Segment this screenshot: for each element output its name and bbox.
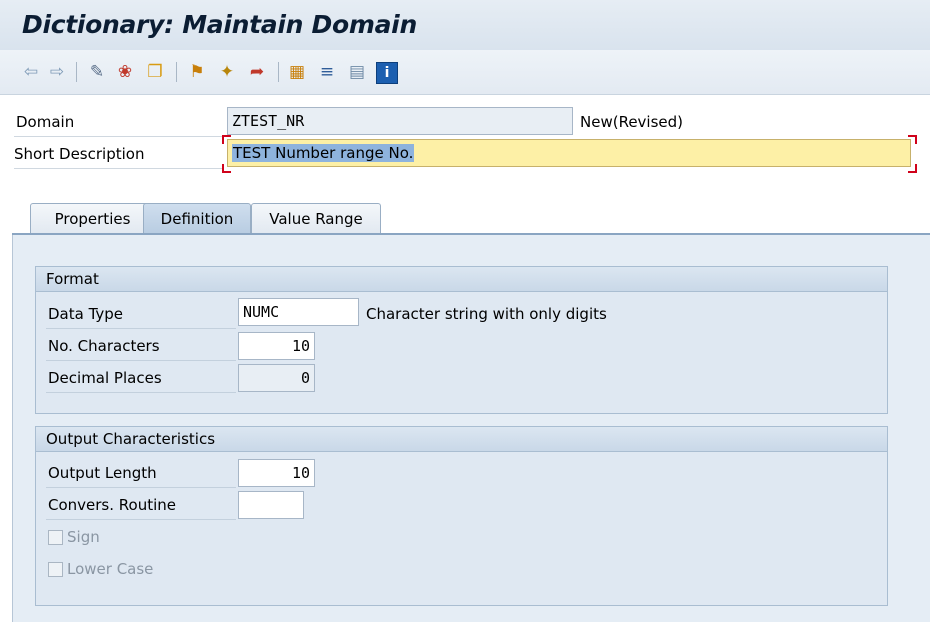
output-group-title: Output Characteristics bbox=[36, 427, 887, 452]
forward-arrow-icon[interactable]: ⇨ bbox=[46, 61, 68, 83]
transport-icon[interactable]: ➦ bbox=[246, 61, 268, 83]
conversion-routine-field[interactable] bbox=[238, 491, 304, 519]
no-characters-label: No. Characters bbox=[48, 337, 160, 355]
format-group: Format Data Type NUMC Character string w… bbox=[35, 266, 888, 414]
where-used-icon[interactable]: ⚑ bbox=[186, 61, 208, 83]
row-divider bbox=[46, 392, 236, 393]
tab-value-range[interactable]: Value Range bbox=[251, 203, 381, 233]
application-toolbar: ⇦ ⇨ ✎ ❀ ❐ ⚑ ✦ ➦ ▦ ≡ ▤ i bbox=[0, 50, 930, 95]
row-divider bbox=[46, 360, 236, 361]
lower-case-label: Lower Case bbox=[67, 560, 154, 578]
domain-status: New(Revised) bbox=[580, 113, 684, 131]
required-marker bbox=[908, 135, 917, 144]
domain-field[interactable]: ZTEST_NR bbox=[227, 107, 573, 135]
row-divider bbox=[46, 519, 236, 520]
output-length-field[interactable]: 10 bbox=[238, 459, 315, 487]
required-marker bbox=[222, 135, 231, 144]
activate-icon[interactable]: ❀ bbox=[114, 61, 136, 83]
row-divider bbox=[46, 328, 236, 329]
conversion-routine-label: Convers. Routine bbox=[48, 496, 176, 514]
window-title: Dictionary: Maintain Domain bbox=[22, 10, 417, 39]
data-type-label: Data Type bbox=[48, 305, 124, 323]
info-icon[interactable]: i bbox=[376, 62, 398, 84]
no-characters-field[interactable]: 10 bbox=[238, 332, 315, 360]
tab-definition[interactable]: Definition bbox=[143, 203, 251, 233]
sign-checkbox[interactable] bbox=[48, 529, 63, 545]
short-description-field[interactable]: TEST Number range No. bbox=[227, 139, 911, 167]
lower-case-checkbox[interactable] bbox=[48, 561, 63, 577]
toolbar-separator bbox=[76, 62, 77, 82]
output-length-label: Output Length bbox=[48, 464, 157, 482]
toolbar-separator bbox=[278, 62, 279, 82]
title-bar: Dictionary: Maintain Domain bbox=[0, 0, 930, 50]
format-group-title: Format bbox=[36, 267, 887, 292]
row-divider bbox=[14, 136, 222, 137]
decimal-places-field[interactable]: 0 bbox=[238, 364, 315, 392]
other-object-icon[interactable]: ❐ bbox=[144, 61, 166, 83]
row-divider bbox=[14, 168, 222, 169]
decimal-places-label: Decimal Places bbox=[48, 369, 162, 387]
row-divider bbox=[46, 487, 236, 488]
required-marker bbox=[222, 164, 231, 173]
documentation-icon[interactable]: ▤ bbox=[346, 61, 368, 83]
list-icon[interactable]: ≡ bbox=[316, 61, 338, 83]
magic-wand-icon[interactable]: ✦ bbox=[216, 61, 238, 83]
data-type-field[interactable]: NUMC bbox=[238, 298, 359, 326]
tab-strip: Properties Definition Value Range bbox=[12, 203, 930, 235]
short-description-label: Short Description bbox=[14, 145, 145, 163]
short-description-value: TEST Number range No. bbox=[232, 144, 415, 162]
sign-label: Sign bbox=[67, 528, 100, 546]
hierarchy-icon[interactable]: ▦ bbox=[286, 61, 308, 83]
lower-case-checkbox-row[interactable]: Lower Case bbox=[48, 560, 153, 578]
tab-properties[interactable]: Properties bbox=[30, 203, 155, 233]
data-type-description: Character string with only digits bbox=[366, 305, 607, 323]
toolbar-separator bbox=[176, 62, 177, 82]
display-change-icon[interactable]: ✎ bbox=[86, 61, 108, 83]
sign-checkbox-row[interactable]: Sign bbox=[48, 528, 100, 546]
required-marker bbox=[908, 164, 917, 173]
back-arrow-icon[interactable]: ⇦ bbox=[20, 61, 42, 83]
output-characteristics-group: Output Characteristics Output Length 10 … bbox=[35, 426, 888, 606]
domain-label: Domain bbox=[16, 113, 75, 131]
